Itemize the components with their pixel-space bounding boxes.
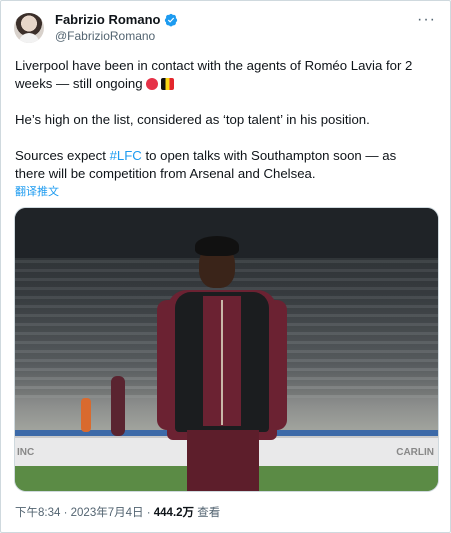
red-circle-emoji-icon [145,78,158,90]
views-label: 查看 [197,507,221,519]
tweet-time[interactable]: 下午8:34 [15,507,60,519]
tweet-paragraph-2: He’s high on the list, considered as ‘to… [15,112,370,127]
tweet-date[interactable]: 2023年7月4日 [71,507,144,519]
views-count: 444.2万 [153,507,195,519]
tweet-text: Liverpool have been in contact with the … [15,57,425,201]
author-handle[interactable]: @FabrizioRomano [55,29,155,43]
belgium-flag-emoji-icon [160,78,174,90]
tweet-paragraph-3: Sources expect #LFC to open talks with S… [15,148,397,181]
more-options-icon[interactable]: ··· [417,11,436,29]
author-name-row[interactable]: Fabrizio Romano [55,12,178,27]
tweet-meta: 下午8:34 · 2023年7月4日 · 444.2万 查看 [15,507,221,519]
tweet-paragraph-1: Liverpool have been in contact with the … [15,58,413,91]
background-person [81,398,91,432]
author-name[interactable]: Fabrizio Romano [55,12,160,27]
player-figure [155,230,290,491]
background-person [111,376,125,436]
avatar[interactable] [14,13,44,43]
translate-link[interactable]: 翻译推文 [15,183,59,199]
tweet-card: Fabrizio Romano @FabrizioRomano ··· Live… [0,0,451,533]
hashtag-link[interactable]: #LFC [110,148,142,163]
tweet-photo[interactable]: INC CARLIN [14,207,439,492]
verified-badge-icon [165,13,178,26]
